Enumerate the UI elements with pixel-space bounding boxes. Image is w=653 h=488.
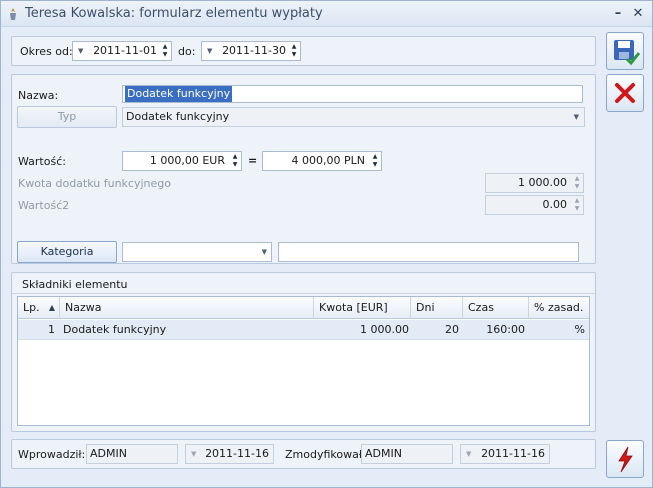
column-kwota[interactable]: Kwota [EUR] <box>314 297 411 319</box>
divider <box>12 293 595 294</box>
chevron-down-icon[interactable]: ▼ <box>574 108 579 126</box>
title-bar: Teresa Kowalska: formularz elementu wypł… <box>1 1 652 27</box>
chevron-down-icon[interactable]: ▼ <box>262 243 267 261</box>
minimize-button[interactable]: – <box>609 5 627 23</box>
chevron-down-icon[interactable]: ▼ <box>207 42 212 60</box>
components-table: Lp. ▲ Nazwa Kwota [EUR] Dni Czas % zasad… <box>17 296 590 426</box>
modified-date-field: ▼ 2011-11-16 <box>460 444 550 464</box>
cancel-button[interactable] <box>606 74 644 112</box>
column-nazwa[interactable]: Nazwa <box>60 297 314 319</box>
cell-dni: 20 <box>445 323 459 336</box>
period-to-label: do: <box>178 45 196 58</box>
chevron-down-icon: ▼ <box>191 450 197 458</box>
app-icon <box>10 8 16 20</box>
lightning-button[interactable] <box>606 440 644 478</box>
spin-icon[interactable]: ▲ ▼ <box>572 175 582 191</box>
table-header: Lp. ▲ Nazwa Kwota [EUR] Dni Czas % zasad… <box>18 297 589 319</box>
period-from-label: Okres od: <box>20 45 73 58</box>
cell-kwota: 1 000.00 <box>360 323 409 336</box>
period-panel: Okres od: ▼ 2011-11-01 ▲ ▼ do: ▼ 2011-11-… <box>11 36 596 66</box>
name-label: Nazwa: <box>18 89 59 102</box>
sort-asc-icon: ▲ <box>48 303 55 312</box>
lightning-icon <box>618 446 633 473</box>
close-button[interactable]: ✕ <box>629 5 647 23</box>
value-pln-input[interactable]: 4 000,00 PLN ▲ ▼ <box>262 151 382 171</box>
entered-user-field: ADMIN <box>86 444 178 464</box>
modified-label: Zmodyfikował: <box>285 448 366 461</box>
table-row[interactable]: 1 Dodatek funkcyjny 1 000.00 20 160:00 % <box>18 320 589 340</box>
name-input[interactable]: Dodatek funkcyjny <box>122 85 583 103</box>
column-zasad[interactable]: % zasad. <box>529 297 589 319</box>
form-window: Teresa Kowalska: formularz elementu wypł… <box>0 0 653 488</box>
column-dni[interactable]: Dni <box>411 297 463 319</box>
cell-lp: 1 <box>48 323 55 336</box>
type-select[interactable]: Dodatek funkcyjny ▼ <box>122 107 585 127</box>
chevron-down-icon[interactable]: ▼ <box>78 42 83 60</box>
save-icon <box>614 40 641 66</box>
components-title: Składniki elementu <box>22 278 128 291</box>
period-to-field[interactable]: ▼ 2011-11-30 ▲ ▼ <box>201 41 301 61</box>
column-lp[interactable]: Lp. ▲ <box>18 297 60 319</box>
spin-icon[interactable]: ▲ ▼ <box>160 43 170 59</box>
chevron-down-icon: ▼ <box>466 450 472 458</box>
column-czas[interactable]: Czas <box>463 297 529 319</box>
period-from-field[interactable]: ▼ 2011-11-01 ▲ ▼ <box>72 41 172 61</box>
value-label: Wartość: <box>18 155 66 168</box>
kwota-input[interactable]: 1 000.00 ▲ ▼ <box>485 173 584 193</box>
main-form-panel: Nazwa: Dodatek funkcyjny Typ Dodatek fun… <box>11 74 596 264</box>
cell-czas: 160:00 <box>486 323 525 336</box>
kwota-label: Kwota dodatku funkcyjnego <box>18 177 171 190</box>
cancel-icon <box>615 83 635 103</box>
equals-sign: = <box>248 154 258 167</box>
value-eur-input[interactable]: 1 000,00 EUR ▲ ▼ <box>122 151 242 171</box>
category-button[interactable]: Kategoria <box>17 241 117 263</box>
type-button[interactable]: Typ <box>17 106 117 128</box>
window-title: Teresa Kowalska: formularz elementu wypł… <box>25 6 323 21</box>
category-description-input[interactable] <box>278 242 579 262</box>
cell-zasad: % <box>574 323 585 336</box>
spin-icon[interactable]: ▲ ▼ <box>572 197 582 213</box>
spin-icon[interactable]: ▲ ▼ <box>370 153 380 169</box>
wartosc2-input[interactable]: 0.00 ▲ ▼ <box>485 195 584 215</box>
modified-user-field: ADMIN <box>361 444 453 464</box>
entered-label: Wprowadził: <box>18 448 86 461</box>
cell-nazwa: Dodatek funkcyjny <box>63 323 167 336</box>
category-select[interactable]: ▼ <box>122 242 272 262</box>
spin-icon[interactable]: ▲ ▼ <box>230 153 240 169</box>
footer-panel: Wprowadził: ADMIN ▼ 2011-11-16 Zmodyfiko… <box>11 439 596 469</box>
wartosc2-label: Wartość2 <box>18 199 70 212</box>
save-button[interactable] <box>606 32 644 70</box>
spin-icon[interactable]: ▲ ▼ <box>289 43 299 59</box>
entered-date-field: ▼ 2011-11-16 <box>185 444 274 464</box>
